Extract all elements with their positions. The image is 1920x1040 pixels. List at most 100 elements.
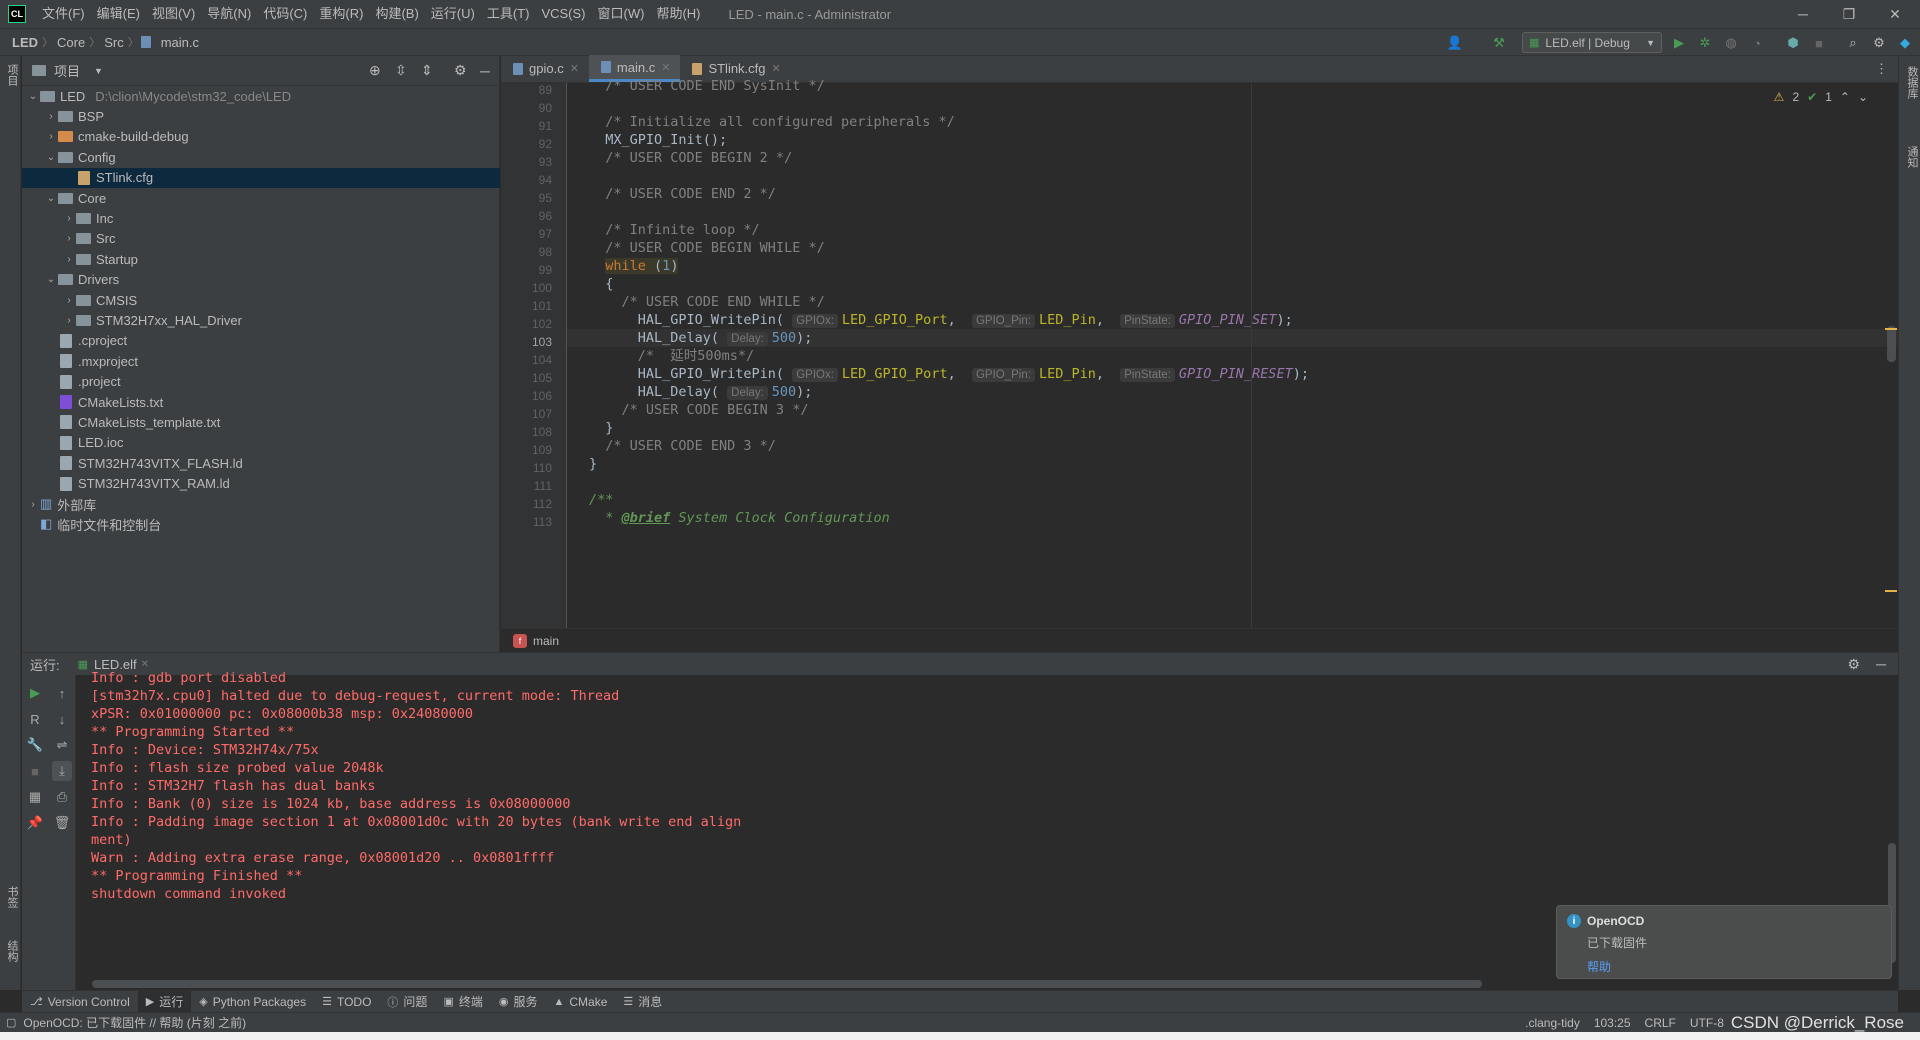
chevron-down-icon[interactable]: ⌄ [44,274,58,285]
status-line-separator[interactable]: CRLF [1638,1016,1683,1030]
code-line[interactable]: /* USER CODE BEGIN 2 */ [589,149,792,167]
editor-scrollbar[interactable] [1887,326,1896,362]
menu-item[interactable]: 编辑(E) [91,0,146,28]
breadcrumb-src[interactable]: Src [100,35,128,50]
menu-item[interactable]: 视图(V) [146,0,201,28]
menu-item[interactable]: 文件(F) [36,0,91,28]
tree-item[interactable]: .mxproject [22,351,500,371]
code-line[interactable]: HAL_Delay( Delay: 500); [589,329,812,347]
stop-icon[interactable]: ■ [1810,34,1828,52]
menu-item[interactable]: 构建(B) [369,0,424,28]
tool-window-button[interactable]: ▲ CMake [545,991,615,1013]
tree-item[interactable]: › BSP [22,106,500,126]
breadcrumb-file[interactable]: main.c [157,35,203,50]
project-panel-title[interactable]: 项目 [54,61,80,80]
restore-button[interactable]: ❐ [1826,0,1872,28]
tool-window-button[interactable]: ▣ 终端 [435,991,490,1013]
tool-window-button[interactable]: ☰ TODO [314,991,379,1013]
inspection-widget[interactable]: ⚠ 2 ✔ 1 ⌃ ⌄ [1774,90,1868,104]
tab-gpio-c[interactable]: gpio.c ✕ [501,55,589,82]
close-button[interactable]: ✕ [1872,0,1918,28]
pin-icon[interactable]: 📌 [25,813,45,833]
jetbrains-icon[interactable]: ◆ [1896,34,1914,52]
chevron-right-icon[interactable]: › [62,233,76,244]
notification-help-link[interactable]: 帮助 [1587,958,1611,975]
status-message[interactable]: OpenOCD: 已下载固件 // 帮助 (片刻 之前) [16,1014,253,1031]
code-line[interactable]: /* Infinite loop */ [589,221,759,239]
breadcrumb-project[interactable]: LED [0,35,42,50]
run-icon[interactable]: ▶ [1670,34,1688,52]
menu-item[interactable]: 运行(U) [425,0,481,28]
code-line[interactable]: /* USER CODE END 2 */ [589,185,776,203]
code-line[interactable]: HAL_Delay( Delay: 500); [589,383,812,401]
code-line[interactable]: /** [589,491,613,509]
tree-item[interactable]: › Startup [22,249,500,269]
tree-item[interactable]: › STM32H7xx_HAL_Driver [22,310,500,330]
locate-icon[interactable]: ⊕ [369,62,381,79]
tree-item[interactable]: ◧ 临时文件和控制台 [22,514,500,534]
hide-icon[interactable]: ─ [1876,656,1886,672]
gear-icon[interactable]: ⚙ [454,62,467,79]
chevron-down-icon[interactable]: ⌄ [44,152,58,163]
menu-item[interactable]: VCS(S) [535,0,591,28]
tree-item[interactable]: .project [22,372,500,392]
menu-item[interactable]: 重构(R) [313,0,369,28]
hide-icon[interactable]: ─ [480,63,490,79]
code-line[interactable]: /* 延时500ms*/ [589,347,754,365]
debug-icon[interactable]: ✲ [1696,34,1714,52]
chevron-right-icon[interactable]: › [26,499,40,510]
code-line[interactable]: /* USER CODE BEGIN WHILE */ [589,239,824,257]
close-icon[interactable]: ✕ [661,61,670,74]
code-line[interactable]: { [589,275,613,293]
tree-item[interactable]: › Inc [22,208,500,228]
print-icon[interactable]: ⎙ [52,787,72,807]
attach-icon[interactable]: ⬢ [1784,34,1802,52]
code-line[interactable]: /* USER CODE END WHILE */ [589,293,825,311]
tree-item[interactable]: › cmake-build-debug [22,127,500,147]
restore-layout-icon[interactable]: R [25,709,45,729]
chevron-up-icon[interactable]: ⌃ [1840,90,1850,104]
code-line[interactable]: /* USER CODE END 3 */ [589,437,776,455]
arrow-down-icon[interactable]: ↓ [52,709,72,729]
chevron-right-icon[interactable]: › [62,213,76,224]
code-line[interactable]: * @brief System Clock Configuration [589,509,890,527]
tree-item[interactable]: ⌄ Drivers [22,270,500,290]
soft-wrap-icon[interactable]: ⇌ [52,735,72,755]
tree-item[interactable]: ⌄ LED D:\clion\Mycode\stm32_code\LED [22,86,500,106]
code-line[interactable]: HAL_GPIO_WritePin( GPIOx: LED_GPIO_Port, … [589,311,1293,329]
trash-icon[interactable]: 🗑 [52,813,72,833]
close-icon[interactable]: ✕ [772,62,781,75]
tree-item[interactable]: LED.ioc [22,433,500,453]
chevron-down-icon[interactable]: ⌄ [1858,90,1868,104]
menu-item[interactable]: 窗口(W) [592,0,651,28]
warning-marker[interactable] [1885,328,1897,330]
menu-item[interactable]: 代码(C) [257,0,313,28]
tool-window-notifications[interactable]: 通知 [1904,146,1920,168]
tree-item[interactable]: STlink.cfg [22,167,500,188]
minimize-button[interactable]: ─ [1780,0,1826,28]
tree-item[interactable]: ⌄ Config [22,147,500,167]
chevron-down-icon[interactable]: ⌄ [26,91,40,102]
tree-item[interactable]: STM32H743VITX_RAM.ld [22,474,500,494]
tool-window-button[interactable]: ⎇ Version Control [22,991,138,1013]
chevron-right-icon[interactable]: › [62,295,76,306]
breadcrumb-core[interactable]: Core [53,35,89,50]
stop-icon[interactable]: ■ [25,761,45,781]
close-icon[interactable]: ✕ [141,659,149,670]
gear-icon[interactable]: ⚙ [1870,34,1888,52]
chevron-down-icon[interactable]: ⌄ [44,193,58,204]
layout-icon[interactable]: ▦ [25,787,45,807]
chevron-right-icon[interactable]: › [44,131,58,142]
wrench-icon[interactable]: 🔧 [25,735,45,755]
chevron-right-icon[interactable]: › [62,254,76,265]
tool-window-button[interactable]: ◉ 服务 [491,991,546,1013]
tool-window-button[interactable]: ▶ 运行 [137,990,192,1013]
tool-window-database[interactable]: 数据库 [1904,66,1920,99]
user-icon[interactable]: 👤 [1446,34,1464,52]
breadcrumb-function[interactable]: main [533,634,559,648]
tool-window-button[interactable]: ☰ 消息 [615,991,670,1013]
run-configuration-select[interactable]: ▦ LED.elf | Debug ▼ [1522,32,1662,53]
arrow-up-icon[interactable]: ↑ [52,683,72,703]
status-clang-tidy[interactable]: .clang-tidy [1518,1016,1587,1030]
code-line[interactable]: /* USER CODE END SysInit */ [589,77,824,95]
